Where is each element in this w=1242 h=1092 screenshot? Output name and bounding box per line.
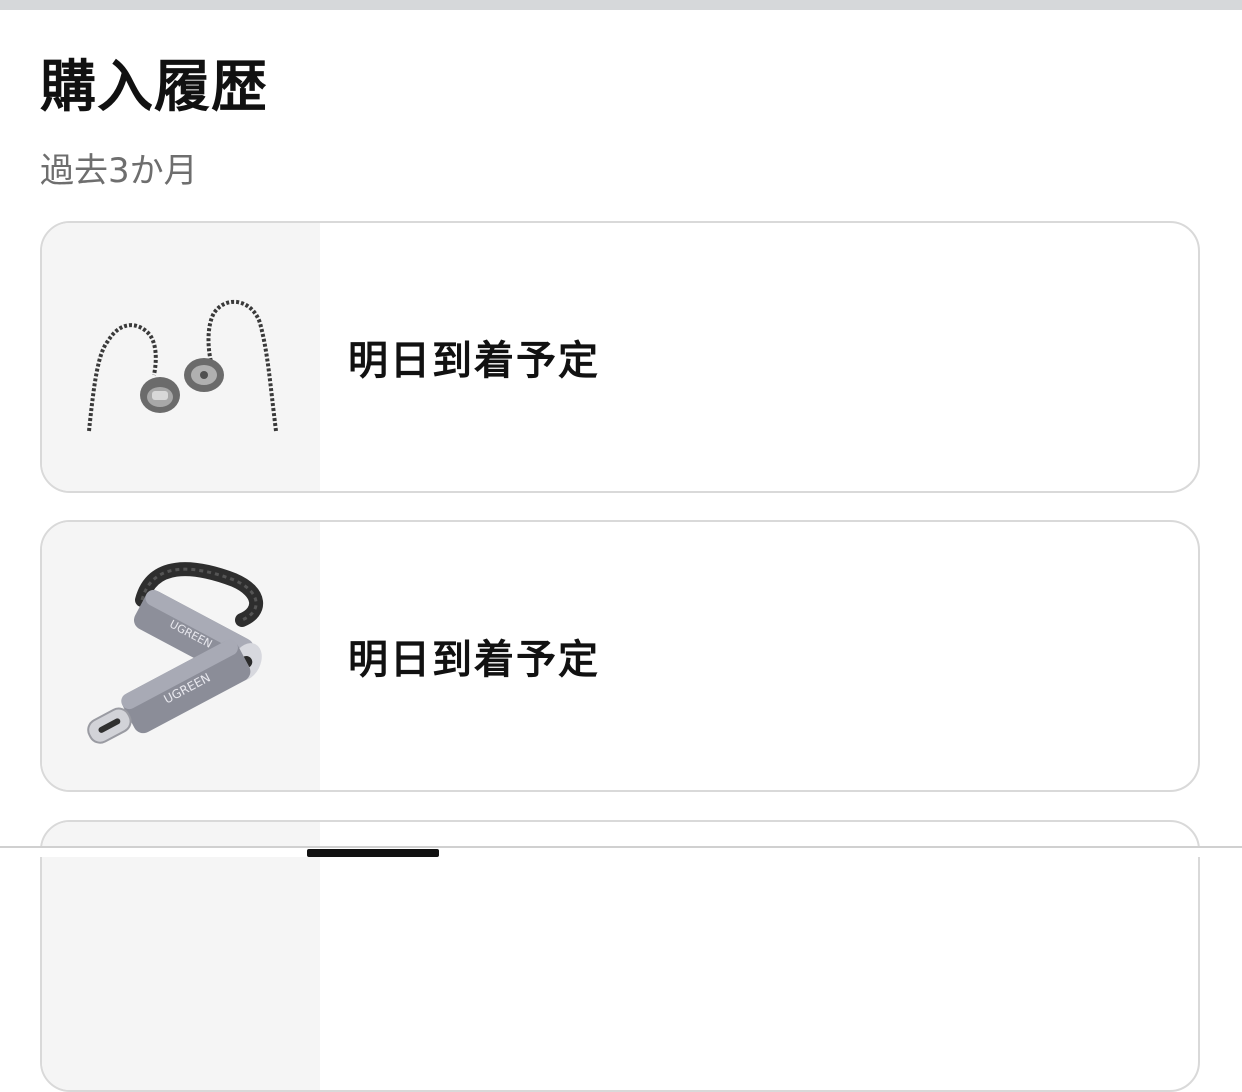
product-thumbnail — [42, 223, 320, 491]
home-indicator[interactable] — [307, 849, 439, 857]
delivery-status: 明日到着予定 — [348, 338, 600, 384]
product-thumbnail — [42, 822, 320, 1090]
order-card[interactable] — [40, 820, 1200, 1092]
bottom-toolbar — [0, 846, 1242, 857]
top-status-bar — [0, 0, 1242, 10]
usb-c-adapter-product-image: UGREEN UGREEN — [87, 562, 264, 744]
order-card[interactable]: UGREEN UGREEN 明日到着予定 — [40, 520, 1200, 792]
period-subtitle: 過去3か月 — [40, 151, 198, 191]
order-card[interactable]: 明日到着予定 — [40, 221, 1200, 493]
delivery-status: 明日到着予定 — [348, 637, 600, 683]
product-thumbnail: UGREEN UGREEN — [42, 522, 320, 790]
page-title: 購入履歴 — [40, 55, 268, 120]
earphones-product-image — [87, 299, 278, 432]
